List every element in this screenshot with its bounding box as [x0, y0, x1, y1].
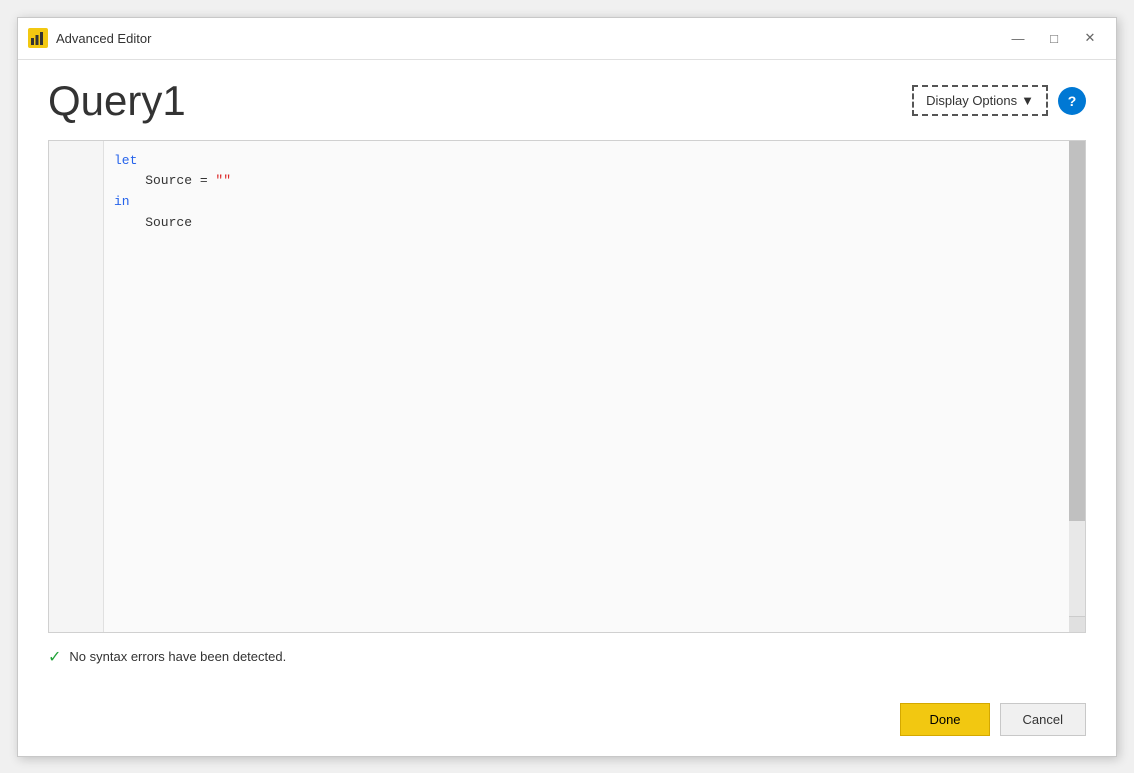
scrollbar-thumb[interactable]	[1069, 141, 1085, 521]
close-icon: ✕	[1085, 30, 1096, 46]
dialog-title: Advanced Editor	[56, 31, 151, 46]
check-icon: ✓	[48, 647, 61, 667]
keyword-in: in	[114, 194, 130, 209]
title-bar: Advanced Editor — □ ✕	[18, 18, 1116, 60]
keyword-let: let	[114, 153, 137, 168]
scrollbar-bottom-box	[1069, 616, 1085, 632]
main-content: Query1 Display Options ▼ ? let Source = …	[18, 60, 1116, 687]
maximize-button[interactable]: □	[1038, 26, 1070, 50]
editor-container: let Source = "" in Source	[48, 140, 1086, 633]
status-message: No syntax errors have been detected.	[69, 649, 286, 664]
minimize-icon: —	[1012, 31, 1025, 46]
help-icon: ?	[1068, 93, 1077, 109]
title-bar-left: Advanced Editor	[28, 28, 151, 48]
header-right: Display Options ▼ ?	[912, 85, 1086, 116]
status-bar: ✓ No syntax errors have been detected.	[48, 639, 1086, 667]
app-icon	[28, 28, 48, 48]
close-button[interactable]: ✕	[1074, 26, 1106, 50]
scrollbar-track[interactable]	[1069, 141, 1085, 632]
footer-row: Done Cancel	[18, 687, 1116, 756]
display-options-button[interactable]: Display Options ▼	[912, 85, 1048, 116]
header-row: Query1 Display Options ▼ ?	[48, 80, 1086, 122]
title-bar-controls: — □ ✕	[1002, 26, 1106, 50]
editor-gutter	[49, 141, 104, 632]
cancel-button[interactable]: Cancel	[1000, 703, 1086, 736]
advanced-editor-dialog: Advanced Editor — □ ✕ Query1 Display Opt…	[17, 17, 1117, 757]
string-value: ""	[215, 173, 231, 188]
minimize-button[interactable]: —	[1002, 26, 1034, 50]
display-options-label: Display Options	[926, 93, 1017, 108]
help-button[interactable]: ?	[1058, 87, 1086, 115]
display-options-arrow: ▼	[1021, 93, 1034, 108]
code-area[interactable]: let Source = "" in Source	[114, 151, 1059, 234]
editor-main[interactable]: let Source = "" in Source	[104, 141, 1069, 632]
query-title: Query1	[48, 80, 186, 122]
done-button[interactable]: Done	[900, 703, 989, 736]
maximize-icon: □	[1050, 31, 1058, 46]
